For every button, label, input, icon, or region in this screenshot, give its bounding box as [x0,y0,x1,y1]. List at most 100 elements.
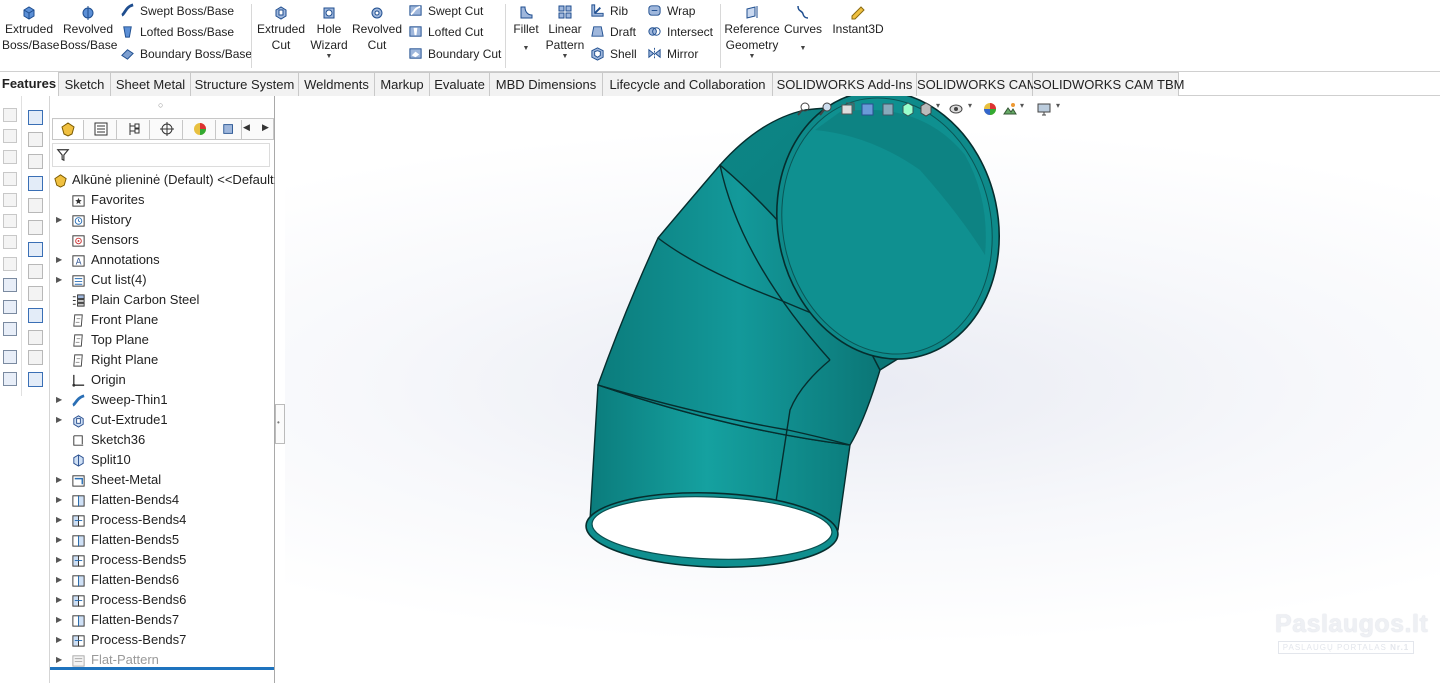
chevron-down-icon[interactable]: ▾ [1056,101,1060,110]
tree-item-plain-carbon-steel[interactable]: Plain Carbon Steel [50,290,276,310]
tree-item-flatten-bends6[interactable]: ▶ Flatten-Bends6 [50,570,276,590]
tab-solidworks-cam-tbm[interactable]: SOLIDWORKS CAM TBM [1033,72,1184,96]
tree-item-history[interactable]: ▶ History [50,210,276,230]
tree-root[interactable]: Alkūnė plieninė (Default) <<Default: [50,170,277,190]
tab-sheet-metal[interactable]: Sheet Metal [111,72,191,96]
side-tool-icon[interactable] [3,300,17,314]
task-pane-tool-icon[interactable] [28,176,43,191]
tab-feature-manager[interactable] [53,120,84,139]
tab-markup[interactable]: Markup [375,72,430,96]
side-tool-icon[interactable] [3,350,17,364]
side-tool-icon[interactable] [3,129,17,143]
view-settings-icon[interactable] [1036,101,1052,117]
fillet-button[interactable]: Fillet ▼ [510,0,542,53]
expand-arrow-icon[interactable]: ▶ [56,270,62,290]
side-tool-icon[interactable] [3,372,17,386]
tree-item-sweep-thin1[interactable]: ▶ Sweep-Thin1 [50,390,276,410]
curves-button[interactable]: Curves ▼ [782,0,824,53]
task-pane-tool-icon[interactable] [28,132,43,147]
view-orientation-icon[interactable] [900,101,916,117]
expand-arrow-icon[interactable]: ▶ [56,570,62,590]
task-pane-tool-icon[interactable] [28,110,43,125]
tree-item-sheet-metal[interactable]: ▶ Sheet-Metal [50,470,276,490]
expand-arrow-icon[interactable]: ▶ [56,210,62,230]
side-tool-icon[interactable] [3,214,17,228]
previous-view-icon[interactable] [840,101,856,117]
extruded-boss-base-button[interactable]: Extruded Boss/Base [2,0,59,53]
zoom-to-fit-icon[interactable] [796,101,812,117]
tree-item-annotations[interactable]: ▶ A Annotations [50,250,276,270]
side-tool-icon[interactable] [3,108,17,122]
tree-item-flatten-bends4[interactable]: ▶ Flatten-Bends4 [50,490,276,510]
tree-item-top-plane[interactable]: Top Plane [50,330,276,350]
task-pane-tool-icon[interactable] [28,264,43,279]
tree-item-split10[interactable]: Split10 [50,450,276,470]
display-style-icon[interactable] [918,101,934,117]
tab-scroll-right-icon[interactable]: ▶ [262,122,269,133]
tab-display-manager[interactable] [185,120,216,139]
dropdown-arrow-icon[interactable]: ▼ [724,53,780,61]
tab-sketch[interactable]: Sketch [59,72,111,96]
expand-arrow-icon[interactable]: ▶ [56,470,62,490]
tree-item-front-plane[interactable]: Front Plane [50,310,276,330]
side-tool-icon[interactable] [3,235,17,249]
task-pane-tool-icon[interactable] [28,242,43,257]
tab-solidworks-add-ins[interactable]: SOLIDWORKS Add-Ins [773,72,917,96]
tree-item-favorites[interactable]: Favorites [50,190,276,210]
reference-geometry-button[interactable]: Reference Geometry ▼ [724,0,780,61]
chevron-down-icon[interactable]: ▾ [936,101,940,110]
tree-item-process-bends4[interactable]: ▶ Process-Bends4 [50,510,276,530]
tree-filter-field[interactable] [52,143,270,167]
tab-lifecycle-and-collaboration[interactable]: Lifecycle and Collaboration [603,72,773,96]
side-tool-icon[interactable] [3,257,17,271]
tab-cam-manager[interactable] [218,120,242,139]
tree-item-sensors[interactable]: Sensors [50,230,276,250]
tab-scroll-left-icon[interactable]: ◀ [243,122,250,133]
tree-item-flatten-bends5[interactable]: ▶ Flatten-Bends5 [50,530,276,550]
tree-item-flatten-bends7[interactable]: ▶ Flatten-Bends7 [50,610,276,630]
expand-arrow-icon[interactable]: ▶ [56,530,62,550]
dropdown-arrow-icon[interactable]: ▼ [308,53,350,61]
dropdown-arrow-icon[interactable]: ▼ [510,45,542,53]
revolved-boss-base-button[interactable]: Revolved Boss/Base [60,0,117,53]
chevron-down-icon[interactable]: ▾ [968,101,972,110]
tree-item-right-plane[interactable]: Right Plane [50,350,276,370]
panel-grip-icon[interactable]: ○ [158,100,163,110]
tree-item-sketch36[interactable]: Sketch36 [50,430,276,450]
boundary-boss-base-button[interactable]: Boundary Boss/Base [120,44,252,64]
expand-arrow-icon[interactable]: ▶ [56,610,62,630]
tab-solidworks-cam[interactable]: SOLIDWORKS CAM [917,72,1038,96]
hide-show-items-icon[interactable] [948,101,964,117]
task-pane-tool-icon[interactable] [28,308,43,323]
shell-button[interactable]: Shell [590,44,637,64]
dynamic-annotation-view-icon[interactable] [880,101,896,117]
tab-mbd-dimensions[interactable]: MBD Dimensions [490,72,603,96]
expand-arrow-icon[interactable]: ▶ [56,390,62,410]
section-view-icon[interactable] [860,101,876,117]
hole-wizard-button[interactable]: Hole Wizard ▼ [308,0,350,61]
rib-button[interactable]: Rib [590,1,628,21]
expand-arrow-icon[interactable]: ▶ [56,590,62,610]
mirror-button[interactable]: Mirror [647,44,698,64]
extruded-cut-button[interactable]: Extruded Cut [256,0,306,53]
panel-splitter[interactable]: • [275,96,285,683]
tab-dimxpert-manager[interactable] [152,120,183,139]
swept-boss-base-button[interactable]: Swept Boss/Base [120,1,234,21]
side-tool-icon[interactable] [3,193,17,207]
expand-arrow-icon[interactable]: ▶ [56,490,62,510]
tree-item-process-bends6[interactable]: ▶ Process-Bends6 [50,590,276,610]
tab-weldments[interactable]: Weldments [299,72,375,96]
expand-arrow-icon[interactable]: ▶ [56,510,62,530]
tab-configuration-manager[interactable] [119,120,150,139]
apply-scene-icon[interactable] [1002,101,1018,117]
expand-arrow-icon[interactable]: ▶ [56,550,62,570]
tab-property-manager[interactable] [86,120,117,139]
draft-button[interactable]: Draft [590,22,636,42]
tab-evaluate[interactable]: Evaluate [430,72,490,96]
task-pane-tool-icon[interactable] [28,198,43,213]
tree-item-process-bends7[interactable]: ▶ Process-Bends7 [50,630,276,650]
task-pane-tool-icon[interactable] [28,372,43,387]
zoom-to-area-icon[interactable] [818,101,834,117]
graphics-area[interactable]: Paslaugos.lt PASLAUGŲ PORTALAS Nr.1 [285,96,1440,683]
lofted-cut-button[interactable]: Lofted Cut [408,22,483,42]
